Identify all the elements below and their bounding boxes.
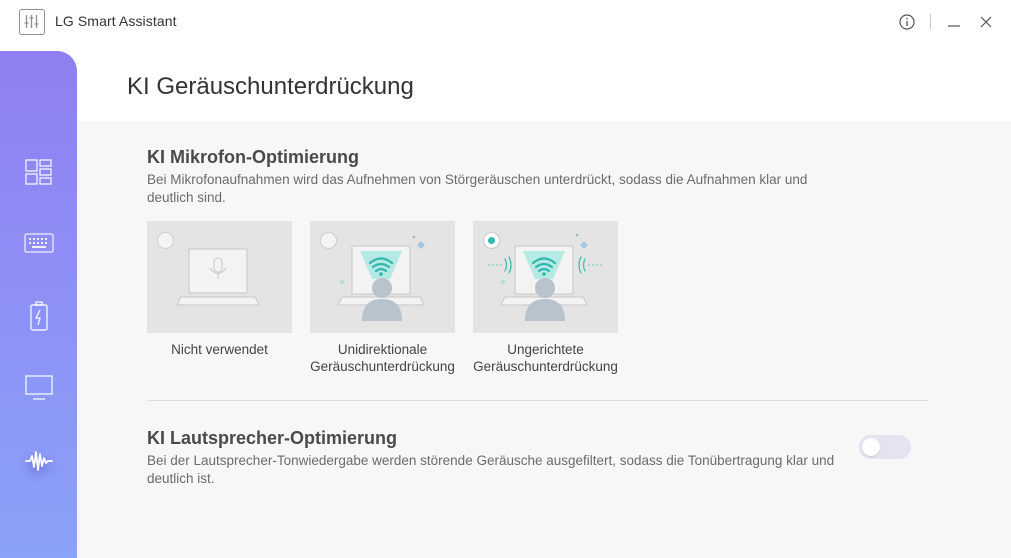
dashboard-icon: [24, 159, 52, 185]
title-bar: LG Smart Assistant: [0, 0, 1011, 44]
option-illustration: [147, 221, 292, 333]
sidebar-item-dashboard[interactable]: [0, 144, 77, 200]
close-icon[interactable]: [975, 11, 997, 33]
monitor-icon: [24, 375, 53, 400]
audio-wave-icon: [24, 451, 53, 471]
laptop-mic-icon: [176, 248, 260, 306]
option-label: Unidirektionale Geräuschunterdrückung: [310, 342, 455, 374]
mic-section-title: KI Mikrofon-Optimierung: [147, 147, 359, 167]
option-illustration: [473, 221, 618, 333]
sliders-icon: [19, 9, 45, 35]
speaker-section-title: KI Lautsprecher-Optimierung: [147, 428, 398, 448]
titlebar-divider: [930, 14, 931, 29]
toggle-knob: [862, 438, 880, 456]
option-label: Nicht verwendet: [171, 342, 268, 357]
battery-icon: [29, 301, 48, 331]
sidebar-item-battery[interactable]: [0, 288, 77, 344]
sidebar-item-display[interactable]: [0, 360, 77, 416]
info-icon[interactable]: [896, 11, 918, 33]
laptop-person-omnidirectional-icon: [488, 233, 602, 321]
app-title: LG Smart Assistant: [55, 13, 177, 29]
mic-option-off[interactable]: Nicht verwendet: [147, 221, 292, 358]
mic-option-omnidirectional[interactable]: Ungerichtete Geräuschunterdrückung: [473, 221, 618, 375]
mic-option-unidirectional[interactable]: Unidirektionale Geräuschunterdrückung: [310, 221, 455, 375]
sidebar-item-noise-cancel[interactable]: [0, 433, 77, 489]
section-divider: [147, 400, 928, 401]
sidebar: [0, 51, 77, 558]
page-title: KI Geräuschunterdrückung: [127, 73, 414, 100]
mic-section-description: Bei Mikrofonaufnahmen wird das Aufnehmen…: [147, 172, 808, 205]
option-label: Ungerichtete Geräuschunterdrückung: [473, 342, 618, 374]
speaker-section-description: Bei der Lautsprecher-Tonwiedergabe werde…: [147, 453, 835, 486]
sidebar-item-keyboard[interactable]: [0, 215, 77, 271]
minimize-icon[interactable]: [943, 11, 965, 33]
option-illustration: [310, 221, 455, 333]
keyboard-icon: [23, 233, 54, 253]
laptop-person-directional-icon: [337, 235, 425, 321]
speaker-optimization-toggle[interactable]: [859, 435, 911, 459]
